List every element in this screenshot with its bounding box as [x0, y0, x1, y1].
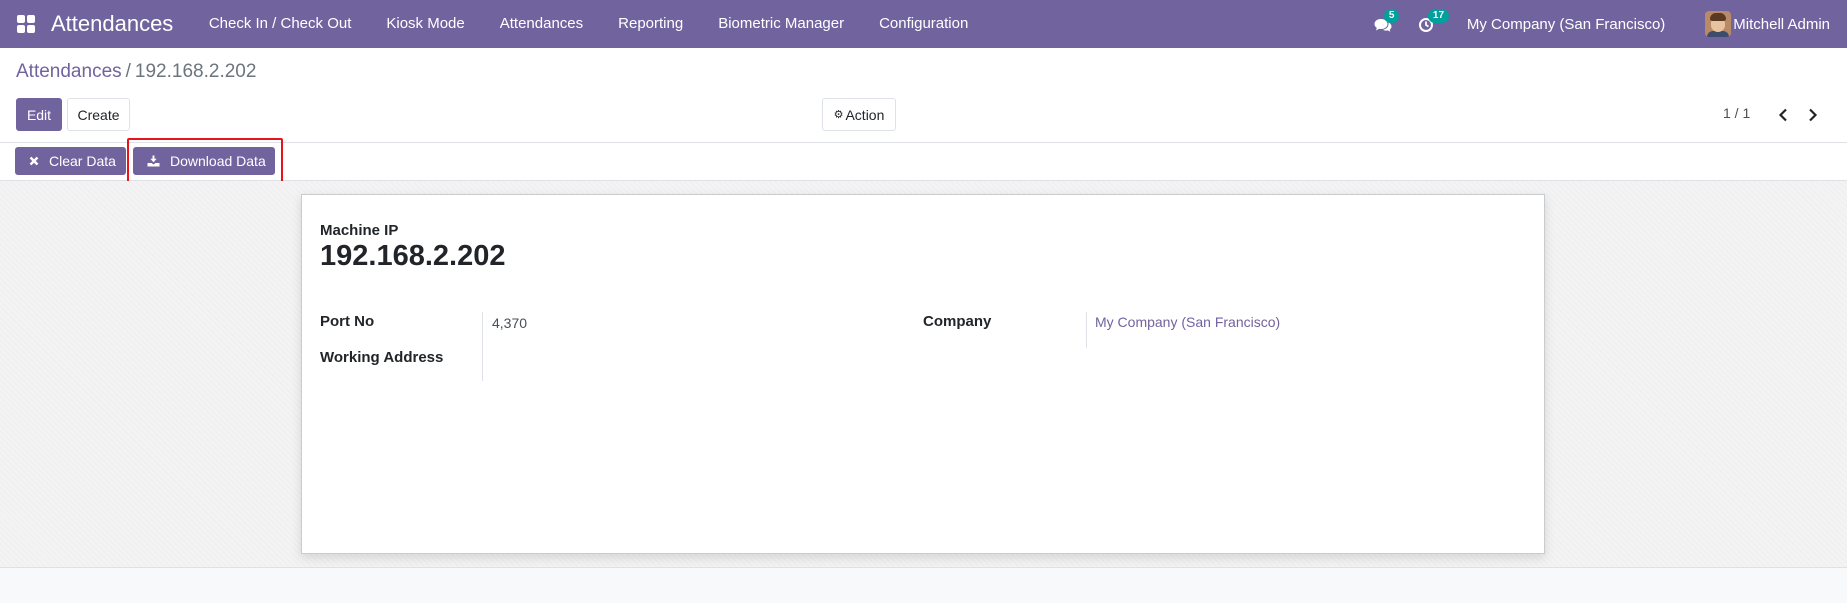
systray: 5 17 My Company (San Francisco) Mitchell…: [1373, 0, 1847, 48]
messages-button[interactable]: 5: [1373, 9, 1400, 35]
machine-ip-label: Machine IP: [320, 222, 399, 239]
machine-ip-value: 192.168.2.202: [320, 240, 506, 272]
download-data-label: Download Data: [170, 153, 266, 169]
menu-item-configuration[interactable]: Configuration: [862, 0, 986, 48]
form-sheet: Machine IP 192.168.2.202 Port No Working…: [301, 194, 1545, 554]
pager-value[interactable]: 1 / 1: [1723, 105, 1750, 121]
edit-button[interactable]: Edit: [16, 98, 62, 131]
menu-item-biometric-manager[interactable]: Biometric Manager: [701, 0, 862, 48]
messages-badge: 5: [1383, 9, 1400, 23]
company-link[interactable]: My Company (San Francisco): [1095, 314, 1280, 330]
field-divider: [482, 312, 483, 381]
pager-previous-button[interactable]: [1772, 103, 1794, 127]
activities-badge: 17: [1427, 9, 1450, 23]
working-address-label: Working Address: [320, 349, 444, 366]
activities-button[interactable]: 17: [1417, 9, 1450, 35]
clear-data-button[interactable]: Clear Data: [15, 147, 126, 175]
breadcrumb-current: 192.168.2.202: [134, 61, 257, 82]
action-button[interactable]: ⚙ Action: [822, 98, 896, 131]
breadcrumb-separator: /: [125, 61, 131, 82]
download-icon: [147, 155, 160, 167]
menu-item-attendances[interactable]: Attendances: [482, 0, 600, 48]
menu-item-kiosk-mode[interactable]: Kiosk Mode: [369, 0, 482, 48]
company-label: Company: [923, 313, 992, 330]
port-label: Port No: [320, 313, 375, 330]
company-switcher[interactable]: My Company (San Francisco): [1467, 16, 1665, 33]
app-brand[interactable]: Attendances: [51, 11, 173, 37]
port-value: 4,370: [492, 315, 528, 331]
menu-item-check-in-check-out[interactable]: Check In / Check Out: [191, 0, 369, 48]
footer-area: [0, 568, 1847, 603]
gear-icon: ⚙: [833, 109, 844, 121]
action-label: Action: [845, 106, 885, 123]
user-name: Mitchell Admin: [1733, 15, 1830, 33]
chevron-left-icon: [1778, 108, 1787, 122]
field-divider: [1086, 312, 1087, 348]
close-icon: [29, 156, 39, 166]
pager-next-button[interactable]: [1802, 103, 1824, 127]
top-navbar: Attendances Check In / Check Out Kiosk M…: [0, 0, 1847, 48]
main-menu: Check In / Check Out Kiosk Mode Attendan…: [191, 0, 986, 48]
app-menu-icon[interactable]: [17, 15, 35, 33]
avatar: [1705, 11, 1732, 37]
user-menu[interactable]: Mitchell Admin: [1705, 11, 1830, 37]
download-data-button[interactable]: Download Data: [133, 147, 275, 175]
menu-item-reporting[interactable]: Reporting: [601, 0, 701, 48]
chevron-right-icon: [1809, 108, 1818, 122]
create-button[interactable]: Create: [67, 98, 130, 131]
breadcrumb: Attendances/192.168.2.202: [16, 61, 256, 83]
breadcrumb-parent[interactable]: Attendances: [16, 61, 122, 82]
form-statusbar: Clear Data Download Data: [0, 143, 1847, 181]
clear-data-label: Clear Data: [49, 153, 116, 169]
control-panel: Attendances/192.168.2.202 Edit Create ⚙ A…: [0, 48, 1847, 143]
